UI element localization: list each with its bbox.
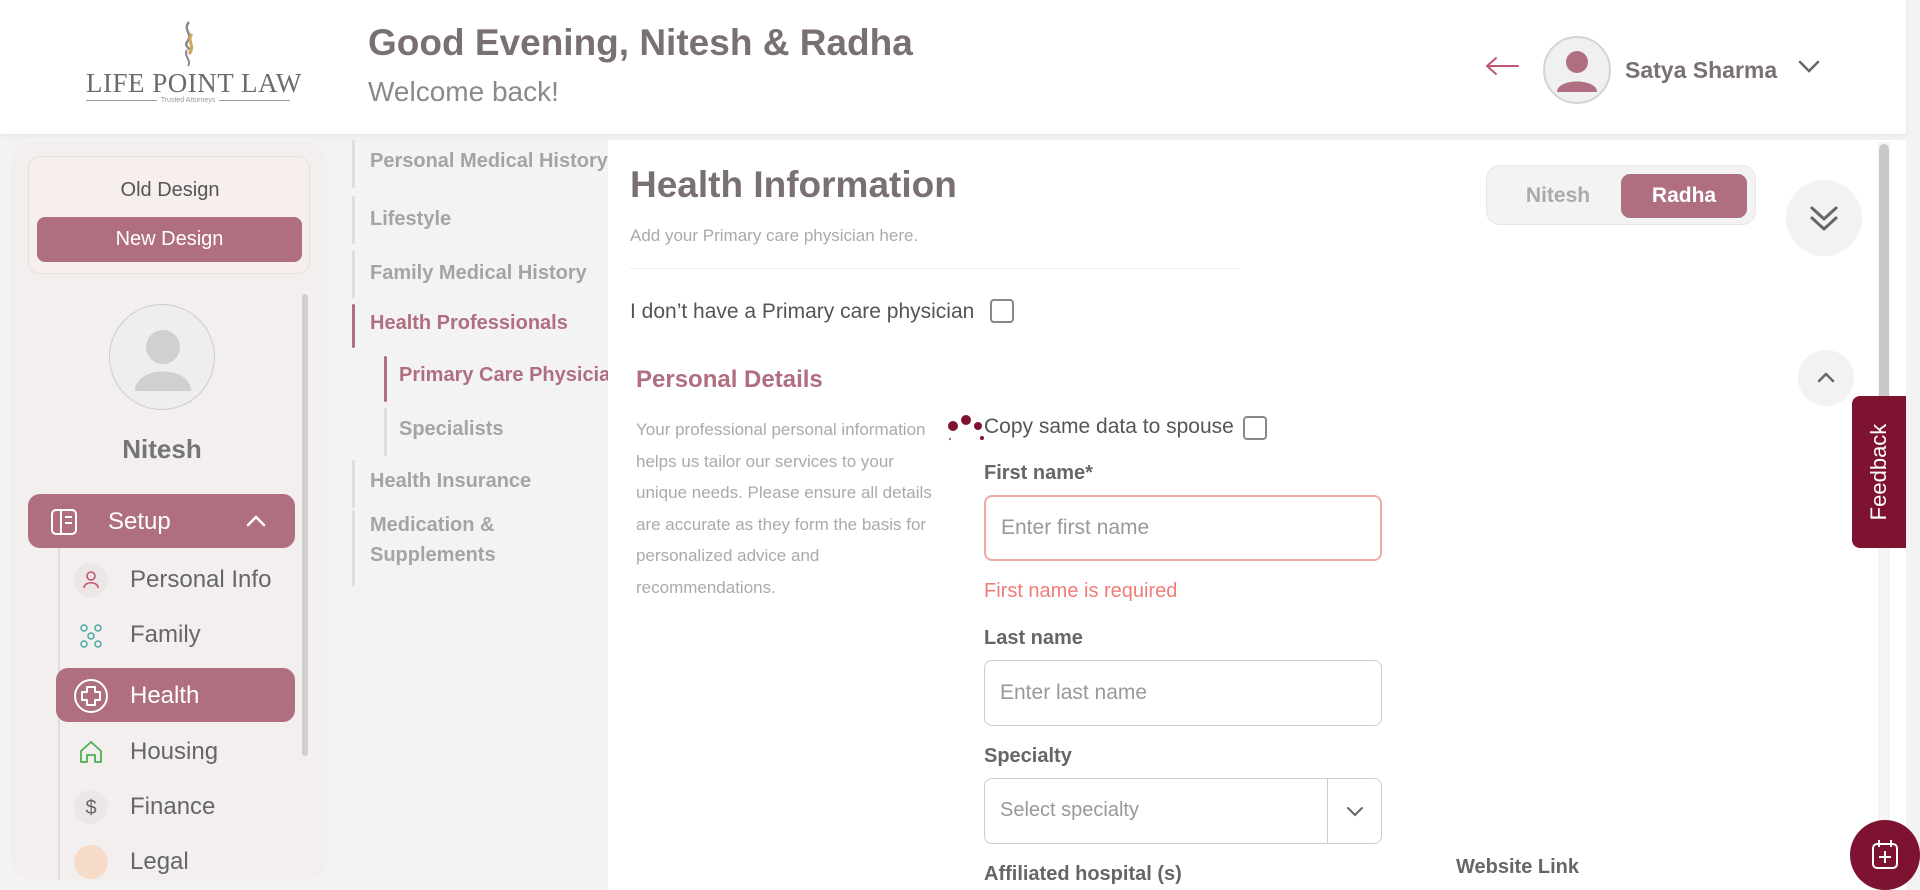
section-description: Your professional personal information h… [636,420,932,597]
collapse-all-button[interactable] [1786,180,1862,256]
chevron-up-icon [1817,372,1835,383]
chevron-up-icon [246,515,266,527]
substep-primary-care-physician[interactable]: Primary Care Physician [399,360,622,390]
person-icon [74,563,108,597]
first-name-error: First name is required [984,580,1178,602]
sidebar-item-label: Legal [130,848,189,875]
last-name-input[interactable] [984,660,1382,726]
sidebar-item-housing[interactable]: Housing [56,724,295,778]
main-content: Health Information Add your Primary care… [608,140,1906,890]
sidebar-item-label: Health [130,682,200,709]
spouse-toggle: Nitesh Radha [1486,165,1756,225]
design-switch: Old Design New Design [28,156,310,274]
step-navigation: Personal Medical History Lifestyle Famil… [346,140,622,890]
setup-menu-button[interactable]: Setup [28,494,295,548]
house-icon [74,735,108,769]
chevron-down-icon[interactable] [1798,60,1820,74]
sidebar-item-health[interactable]: Health [56,668,295,722]
copy-to-spouse-checkbox[interactable] [1243,416,1267,440]
specialty-placeholder: Select specialty [1000,799,1139,821]
step-line [352,250,355,298]
toggle-nitesh[interactable]: Nitesh [1495,174,1621,218]
sidebar-item-finance[interactable]: $ Finance [56,779,295,833]
no-pcp-label: I don’t have a Primary care physician [630,300,975,323]
sidebar-item-label: Finance [130,793,216,820]
step-line [352,510,355,586]
hospital-label: Affiliated hospital (s) [984,863,1182,885]
first-name-label: First name* [984,462,1093,484]
section-title: Personal Details [636,366,823,393]
step-line [352,460,355,508]
logo[interactable]: LIFE POINT LAW Trusted Attorneys [86,20,302,110]
add-note-button[interactable] [1850,820,1920,890]
step-health-insurance[interactable]: Health Insurance [370,466,531,496]
app-header: LIFE POINT LAW Trusted Attorneys Good Ev… [0,0,1906,134]
setup-book-icon [51,509,77,535]
sidebar-item-personal-info[interactable]: Personal Info [56,552,295,606]
substep-line-active [384,356,387,402]
sidebar-item-label: Family [130,621,201,648]
divider [630,268,1240,269]
substep-line [384,408,387,456]
last-name-label: Last name [984,627,1083,649]
feedback-tab[interactable]: Feedback [1852,396,1906,548]
first-name-input[interactable] [984,495,1382,561]
sidebar-item-legal[interactable]: Legal [56,834,295,880]
step-line [352,140,355,188]
logo-flame-icon [184,21,194,67]
setup-label: Setup [108,508,171,535]
toggle-radha[interactable]: Radha [1621,174,1747,218]
user-avatar-icon [1557,51,1597,92]
page-subtitle: Add your Primary care physician here. [630,226,919,245]
step-family-medical-history[interactable]: Family Medical History [370,258,587,288]
legal-icon [74,845,108,879]
specialty-label: Specialty [984,745,1072,767]
sidebar-item-label: Personal Info [130,566,272,593]
sidebar-item-label: Housing [130,738,219,765]
greeting-title: Good Evening, Nitesh & Radha [368,22,913,63]
user-name[interactable]: Satya Sharma [1625,57,1777,84]
section-collapse-button[interactable] [1798,350,1854,406]
profile-avatar[interactable] [109,304,215,410]
add-calendar-icon [1872,840,1898,869]
new-design-button[interactable]: New Design [37,217,302,262]
health-cross-icon [74,679,108,713]
back-arrow-icon[interactable] [1484,54,1520,78]
no-pcp-checkbox[interactable] [990,299,1014,323]
user-avatar[interactable] [1543,36,1611,104]
profile-name: Nitesh [122,434,202,464]
sidebar: Old Design New Design Nitesh Setup Perso… [10,142,328,880]
copy-to-spouse-label: Copy same data to spouse [984,415,1234,438]
step-health-professionals[interactable]: Health Professionals [370,308,568,338]
chevron-down-icon [1347,807,1363,817]
step-lifestyle[interactable]: Lifestyle [370,204,451,234]
feedback-label: Feedback [1866,423,1891,521]
page-title: Health Information [630,164,957,205]
dollar-icon: $ [74,790,108,824]
website-link-label: Website Link [1456,856,1579,878]
sidebar-item-family[interactable]: Family [56,607,295,661]
welcome-text: Welcome back! [368,76,559,107]
logo-text: LIFE POINT LAW [86,68,302,98]
step-medication-supplements-line2[interactable]: Supplements [370,540,496,570]
double-chevron-down-icon [1810,206,1838,231]
select-separator [1327,779,1328,843]
step-line-active [352,304,355,348]
logo-tagline: Trusted Attorneys [86,97,290,104]
profile-placeholder-icon [135,330,191,391]
sidebar-scrollbar[interactable] [302,294,308,756]
old-design-button[interactable]: Old Design [29,179,311,202]
step-personal-medical-history[interactable]: Personal Medical History [370,146,608,176]
step-medication-supplements[interactable]: Medication & [370,510,494,540]
family-icon [74,618,108,652]
svg-text:$: $ [85,797,96,819]
substep-specialists[interactable]: Specialists [399,414,504,444]
step-line [352,196,355,244]
specialty-select[interactable]: Select specialty [984,778,1382,844]
